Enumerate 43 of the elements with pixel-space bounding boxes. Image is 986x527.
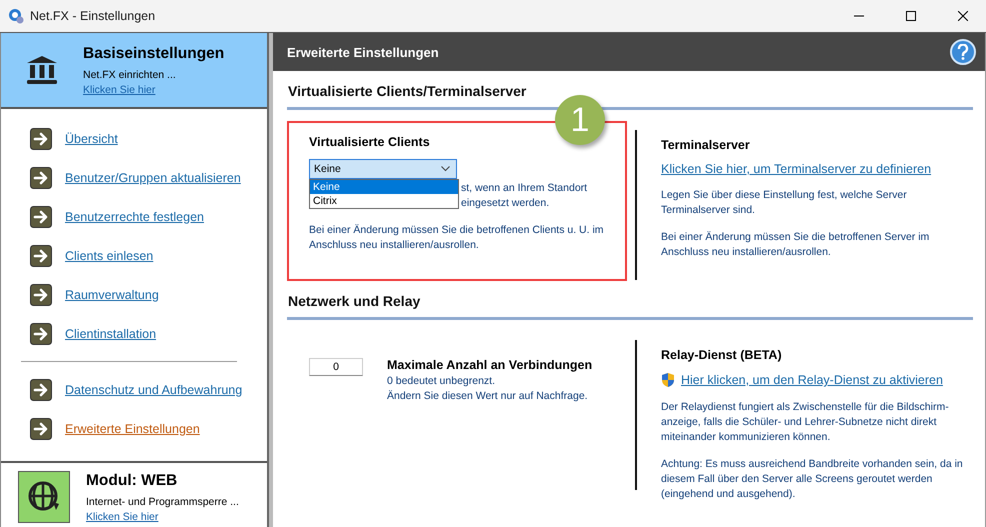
module-title: Modul: WEB bbox=[86, 472, 178, 490]
description-text: eingesetzt werden. bbox=[460, 196, 550, 211]
question-mark-icon bbox=[957, 44, 969, 60]
section-title: Basiseinstellungen bbox=[83, 44, 224, 62]
module-subtitle: Internet- und Programmsperre ... bbox=[86, 496, 239, 508]
dropdown-option[interactable]: Keine bbox=[310, 180, 458, 194]
description-text: 0 bedeutet unbegrenzt. bbox=[387, 375, 496, 387]
action-link[interactable]: Hier klicken, um den Relay-Dienst zu aktivieren bbox=[681, 373, 943, 387]
sidebar-link[interactable]: Benutzerrechte festlegen bbox=[65, 210, 204, 224]
setting-title: Virtualisierte Clients bbox=[309, 135, 430, 149]
section-subtitle: Net.FX einrichten ... bbox=[83, 68, 177, 80]
sidebar-link[interactable]: Datenschutz und Aufbewahrung bbox=[65, 382, 242, 396]
description-text: Bei einer Änderung müssen Sie die betroffenen Server im Anschluss neu installieren/ausrollen. bbox=[661, 230, 930, 260]
action-link[interactable]: Klicken Sie hier, um Terminalserver zu definieren bbox=[661, 162, 932, 176]
click-here-link[interactable]: Klicken Sie hier bbox=[86, 510, 158, 522]
close-icon bbox=[958, 11, 968, 21]
page-title: Erweiterte Einstellungen bbox=[287, 44, 439, 60]
section-heading: Netzwerk und Relay bbox=[287, 281, 973, 320]
app-icon bbox=[8, 8, 24, 24]
help-button[interactable] bbox=[950, 39, 976, 65]
maximize-icon bbox=[906, 11, 916, 21]
sidebar-link[interactable]: Clients einlesen bbox=[65, 248, 154, 262]
description-text: Ändern Sie diesen Wert nur auf Nachfrage. bbox=[387, 390, 589, 402]
window-title: Net.FX - Einstellungen bbox=[30, 9, 156, 23]
setting-title: Terminalserver bbox=[661, 138, 751, 152]
step-badge: 1 bbox=[555, 95, 605, 145]
description-text: Bei einer Änderung müssen Sie die betroffenen Clients u. U. im Anschluss neu installieren/ausrollen. bbox=[309, 223, 605, 253]
sidebar-link[interactable]: Benutzer/Gruppen aktualisieren bbox=[65, 170, 241, 184]
description-text: Legen Sie über diese Einstellung fest, welche Server Terminalserver sind. bbox=[661, 188, 908, 218]
description-text: Achtung: Es muss ausreichend Bandbreite vorhanden sein, da in diesem Fall über den Server alle Screens geroutet werden (eingehend und ausgehend). bbox=[661, 457, 964, 502]
chevron-down-icon bbox=[441, 166, 450, 172]
sidebar-link[interactable]: Clientinstallation bbox=[65, 326, 156, 340]
click-here-link[interactable]: Klicken Sie hier bbox=[83, 84, 156, 96]
number-field[interactable]: 0 bbox=[309, 358, 363, 376]
description-text: Der Relaydienst fungiert als Zwischenstelle für die Bildschirm-anzeige, falls die Schüler- und Lehrer-Subnetze nicht direkt miteinander kommunizieren können. bbox=[661, 400, 950, 445]
sidebar-link[interactable]: Erweiterte Einstellungen bbox=[65, 422, 200, 436]
sidebar-link[interactable]: Übersicht bbox=[65, 132, 118, 146]
setting-title: Relay-Dienst (BETA) bbox=[661, 348, 783, 362]
sidebar-link[interactable]: Raumverwaltung bbox=[65, 288, 159, 302]
setting-title: Maximale Anzahl an Verbindungen bbox=[387, 358, 592, 372]
globe-icon bbox=[18, 471, 70, 523]
bank-icon bbox=[25, 55, 59, 85]
description-text: st, wenn an Ihrem Standort bbox=[460, 181, 588, 196]
